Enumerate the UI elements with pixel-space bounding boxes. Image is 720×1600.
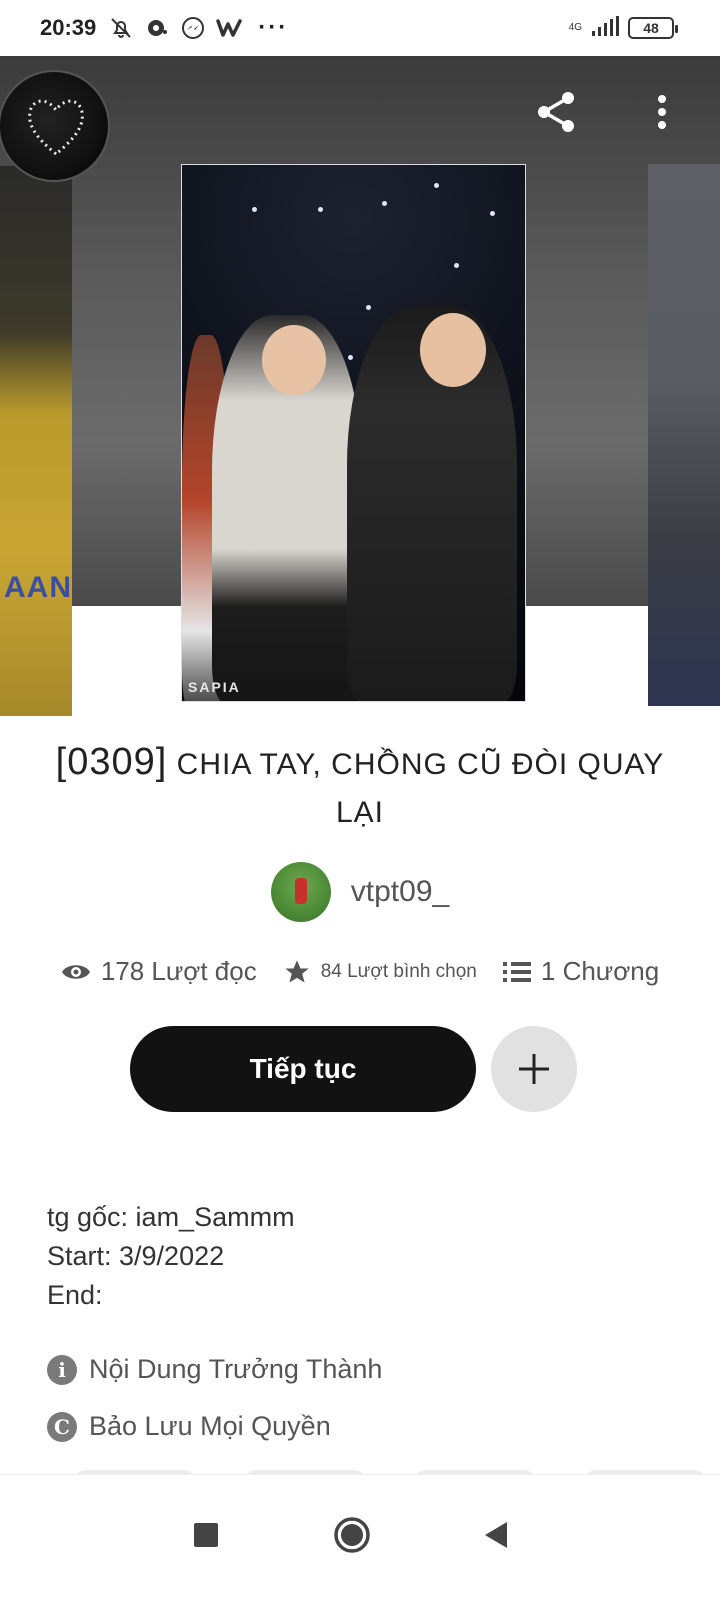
- list-icon: [502, 961, 531, 982]
- story-title-text: CHIA TAY, CHỒNG CŨ ĐÒI QUAY LẠI: [176, 748, 665, 829]
- author-row[interactable]: vtpt09_: [0, 862, 720, 922]
- mature-content-row: i Nội Dung Trưởng Thành: [47, 1354, 382, 1385]
- votes-count: 84 Lượt bình chọn: [320, 960, 477, 982]
- share-button[interactable]: [528, 84, 584, 140]
- more-options-button[interactable]: [642, 84, 682, 140]
- description-line-start: Start: 3/9/2022: [47, 1241, 225, 1271]
- recents-icon: [194, 1523, 218, 1547]
- system-nav-bar: [0, 1474, 720, 1600]
- parts-count: 1 Chương: [540, 956, 660, 986]
- story-title: [0309] CHIA TAY, CHỒNG CŨ ĐÒI QUAY LẠI: [30, 738, 690, 837]
- story-cover-image: SAPIA: [181, 164, 526, 702]
- copyright-icon: C: [47, 1411, 77, 1442]
- more-notifications: ···: [258, 14, 289, 41]
- network-type-label: 4G: [568, 22, 582, 33]
- parts-stat: 1 Chương: [502, 956, 660, 987]
- back-button[interactable]: [466, 1505, 526, 1565]
- status-bar: 20:39 ··· 4G 48: [0, 0, 720, 56]
- cover-left-text: AAN: [4, 571, 72, 604]
- add-to-library-button[interactable]: [491, 1026, 577, 1112]
- recents-button[interactable]: [176, 1505, 236, 1565]
- story-description: tg gốc: iam_Sammm Start: 3/9/2022 End:: [47, 1198, 667, 1315]
- signal-icon: [590, 15, 620, 42]
- cover-thumbnail-next[interactable]: [648, 164, 720, 706]
- description-line-original-author: tg gốc: iam_Sammm: [47, 1202, 295, 1232]
- plus-icon: [519, 1054, 549, 1084]
- votes-stat: 84 Lượt bình chọn: [283, 958, 477, 986]
- home-icon: [334, 1517, 370, 1553]
- info-icon: i: [47, 1354, 77, 1385]
- eye-icon: [61, 964, 90, 979]
- wattpad-icon: [216, 15, 243, 41]
- story-title-number: [0309]: [55, 741, 168, 783]
- bell-off-icon: [108, 15, 134, 41]
- story-hero: AAN SAPIA: [0, 56, 720, 716]
- copyright-row: C Bảo Lưu Mọi Quyền: [47, 1411, 331, 1442]
- share-icon: [538, 92, 574, 132]
- reads-count: 178 Lượt đọc: [100, 956, 257, 986]
- more-vert-icon: [658, 95, 666, 129]
- home-button[interactable]: [322, 1505, 382, 1565]
- record-icon: [144, 15, 170, 41]
- cover-thumbnail-prev[interactable]: AAN: [0, 166, 72, 716]
- author-name[interactable]: vtpt09_: [351, 875, 449, 909]
- reader-avatar[interactable]: [0, 70, 110, 182]
- cover-watermark: SAPIA: [188, 679, 241, 695]
- author-avatar[interactable]: [270, 862, 331, 922]
- mature-content-label: Nội Dung Trưởng Thành: [89, 1354, 383, 1384]
- battery-icon: 48: [628, 17, 678, 39]
- star-icon: [285, 959, 309, 982]
- description-line-end: End:: [47, 1280, 103, 1310]
- status-time: 20:39: [40, 15, 97, 40]
- story-stats: 178 Lượt đọc 84 Lượt bình chọn 1 Chương: [0, 956, 720, 987]
- continue-reading-button[interactable]: Tiếp tục: [130, 1026, 476, 1112]
- copyright-label: Bảo Lưu Mọi Quyền: [89, 1411, 331, 1441]
- reads-stat: 178 Lượt đọc: [61, 956, 257, 987]
- back-icon: [485, 1522, 507, 1548]
- messenger-icon: [180, 15, 206, 41]
